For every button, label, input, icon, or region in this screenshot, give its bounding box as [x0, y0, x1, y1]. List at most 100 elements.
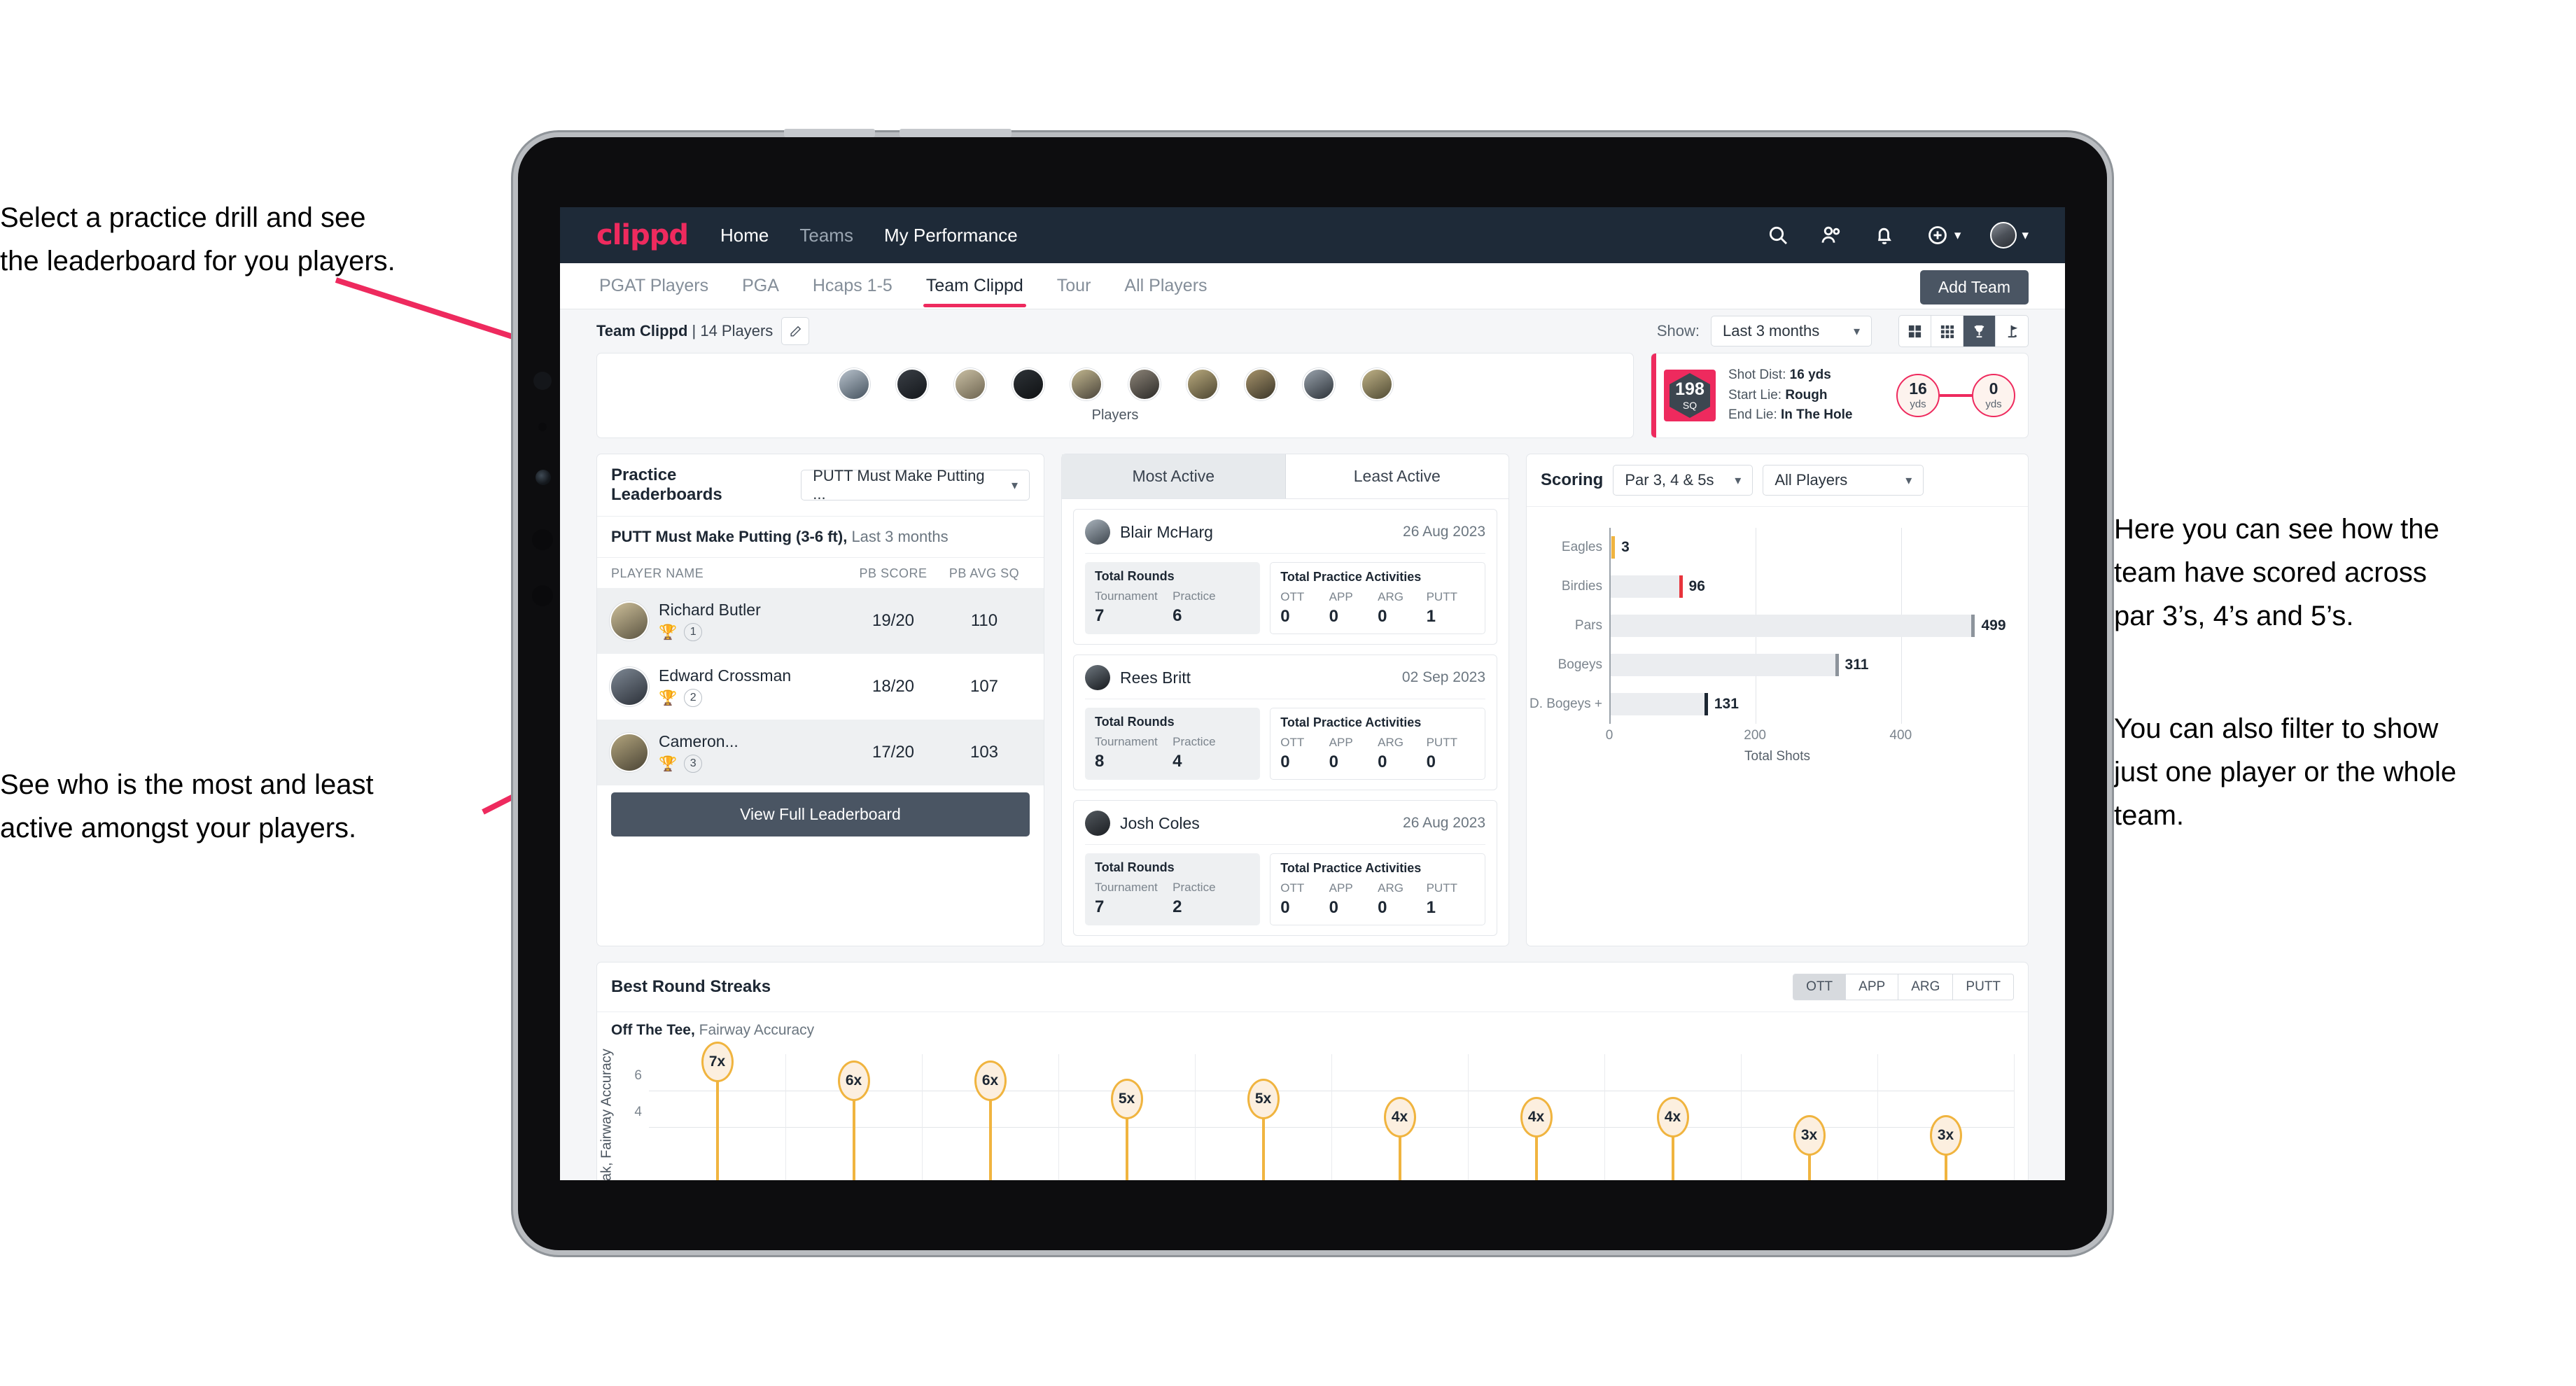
volume-up-button[interactable] — [784, 129, 875, 137]
chevron-down-icon: ▾ — [1735, 472, 1742, 487]
column-pb-score: PB SCORE — [859, 566, 927, 580]
segment-arg[interactable]: ARG — [1898, 974, 1954, 1000]
search-icon[interactable] — [1766, 223, 1790, 247]
pencil-icon[interactable] — [781, 317, 810, 345]
streaks-plot-area: 4 6 7x 6x 6x 5x 5x 4x 4x 4x 3x 3x — [634, 1042, 2015, 1180]
trophy-icon: 🏆 — [659, 624, 678, 640]
avatar[interactable] — [1302, 368, 1335, 400]
arg-label: ARG — [1378, 590, 1404, 603]
streak-stem: 4x — [1656, 1097, 1689, 1180]
scoring-header: Scoring Par 3, 4 & 5s ▾ All Players ▾ — [1527, 454, 2028, 507]
volume-down-button[interactable] — [899, 129, 1011, 137]
bar: 131 — [1611, 693, 1739, 715]
avatar[interactable] — [1070, 368, 1102, 400]
bell-icon[interactable] — [1872, 223, 1896, 247]
clippd-logo[interactable]: clippd — [596, 219, 689, 251]
nav-item-teams[interactable]: Teams — [799, 225, 853, 246]
total-rounds-label: Total Rounds — [1095, 715, 1175, 729]
nav-item-home[interactable]: Home — [720, 225, 769, 246]
grid-3x3-icon[interactable] — [1931, 316, 1963, 346]
streak-value-bubble[interactable]: 3x — [1929, 1115, 1962, 1156]
streak-value-bubble[interactable]: 4x — [1383, 1097, 1416, 1138]
avatar[interactable] — [895, 368, 928, 400]
list-item[interactable]: Rees Britt 02 Sep 2023 Total Rounds Tour… — [1073, 654, 1497, 790]
avatar[interactable] — [1186, 368, 1219, 400]
total-rounds-label: Total Rounds — [1095, 569, 1175, 583]
tab-most-active[interactable]: Most Active — [1062, 454, 1286, 498]
tab-all-players[interactable]: All Players — [1121, 265, 1210, 307]
streak-value-bubble[interactable]: 6x — [837, 1060, 870, 1101]
streaks-title: Best Round Streaks — [611, 977, 771, 996]
tab-hcaps-1-5[interactable]: Hcaps 1-5 — [810, 265, 895, 307]
ott-label: OTT — [1280, 736, 1305, 749]
people-icon[interactable] — [1819, 223, 1843, 247]
chevron-down-icon[interactable]: ▾ — [1954, 227, 1961, 244]
segment-ott[interactable]: OTT — [1793, 974, 1847, 1000]
tab-team-clippd[interactable]: Team Clippd — [923, 265, 1026, 307]
arg-value: 0 — [1378, 752, 1387, 771]
list-item[interactable]: Josh Coles 26 Aug 2023 Total Rounds Tour… — [1073, 800, 1497, 936]
plus-circle-icon[interactable] — [1926, 223, 1949, 247]
flag-icon[interactable] — [1996, 316, 2028, 346]
tournament-label: Tournament — [1095, 735, 1158, 748]
activity-card: Most Active Least Active Blair McHarg 26… — [1061, 454, 1509, 946]
grid-2x2-icon[interactable] — [1899, 316, 1931, 346]
segment-putt[interactable]: PUTT — [1953, 974, 2013, 1000]
practice-value: 6 — [1172, 606, 1182, 625]
streak-stem: 4x — [1383, 1097, 1416, 1180]
player-select[interactable]: All Players ▾ — [1763, 465, 1924, 496]
best-round-streaks-card: Best Round Streaks OTT APP ARG PUTT Off … — [596, 962, 2029, 1180]
streak-value-bubble[interactable]: 6x — [974, 1060, 1007, 1101]
view-full-leaderboard-button[interactable]: View Full Leaderboard — [611, 792, 1030, 836]
streak-stem: 6x — [974, 1060, 1007, 1180]
nav-item-my-performance[interactable]: My Performance — [884, 225, 1018, 246]
end-lie-key: End Lie: — [1728, 407, 1777, 423]
table-row[interactable]: Cameron... 🏆 3 17/20 103 — [597, 720, 1044, 785]
avatar[interactable] — [1011, 368, 1044, 400]
streak-value-bubble[interactable]: 5x — [1247, 1078, 1280, 1119]
pb-avg-sq: 107 — [969, 677, 999, 696]
shot-detail-card: 198 SQ Shot Dist: 16 yds Start Lie: Roug… — [1651, 353, 2029, 438]
shot-end-unit: yds — [1985, 398, 2002, 410]
avatar[interactable] — [1990, 222, 2017, 248]
streak-stem: 3x — [1793, 1115, 1826, 1180]
bar-category-label: Birdies — [1561, 578, 1602, 594]
tournament-label: Tournament — [1095, 881, 1158, 894]
avatar[interactable] — [1128, 368, 1161, 400]
streak-value-bubble[interactable]: 5x — [1110, 1078, 1143, 1119]
streak-value-bubble[interactable]: 3x — [1793, 1115, 1826, 1156]
drill-select[interactable]: PUTT Must Make Putting ... ▾ — [801, 467, 1030, 503]
tab-tour[interactable]: Tour — [1054, 265, 1094, 307]
bar: 499 — [1611, 615, 2006, 637]
trophy-icon[interactable] — [1963, 316, 1996, 346]
segment-app[interactable]: APP — [1846, 974, 1899, 1000]
avatar[interactable] — [953, 368, 986, 400]
bar-row: Pars 499 — [1575, 615, 2006, 637]
drill-range: Last 3 months — [847, 528, 948, 545]
drill-subtitle: PUTT Must Make Putting (3-6 ft), Last 3 … — [597, 517, 1044, 558]
streak-value-bubble[interactable]: 4x — [1520, 1097, 1553, 1138]
streak-value-bubble[interactable]: 4x — [1656, 1097, 1689, 1138]
activity-date: 26 Aug 2023 — [1403, 815, 1485, 831]
y-axis-tick: 6 — [634, 1068, 642, 1083]
tab-pga[interactable]: PGA — [739, 265, 782, 307]
tab-least-active[interactable]: Least Active — [1286, 454, 1509, 498]
table-row[interactable]: Richard Butler 🏆 1 19/20 110 — [597, 588, 1044, 654]
bar-row: Birdies 96 — [1562, 575, 2003, 598]
par-select[interactable]: Par 3, 4 & 5s ▾ — [1613, 465, 1754, 496]
practice-leaderboards-card: Practice Leaderboards PUTT Must Make Put… — [596, 454, 1044, 946]
table-row[interactable]: Edward Crossman 🏆 2 18/20 107 — [597, 654, 1044, 720]
add-team-button[interactable]: Add Team — [1919, 270, 2029, 304]
list-item[interactable]: Blair McHarg 26 Aug 2023 Total Rounds To… — [1073, 509, 1497, 645]
annotation-filter: You can also filter to show just one pla… — [2114, 713, 2457, 831]
chevron-down-icon[interactable]: ▾ — [2022, 227, 2029, 244]
avatar-row — [837, 368, 1393, 400]
y-axis-tick: 4 — [634, 1105, 642, 1119]
tab-pgat-players[interactable]: PGAT Players — [596, 265, 711, 307]
avatar[interactable] — [1360, 368, 1393, 400]
streak-stem: 4x — [1520, 1097, 1553, 1180]
streak-value-bubble[interactable]: 7x — [701, 1042, 734, 1083]
avatar[interactable] — [837, 368, 870, 400]
date-range-select[interactable]: Last 3 months ▾ — [1711, 316, 1872, 346]
avatar[interactable] — [1244, 368, 1277, 400]
